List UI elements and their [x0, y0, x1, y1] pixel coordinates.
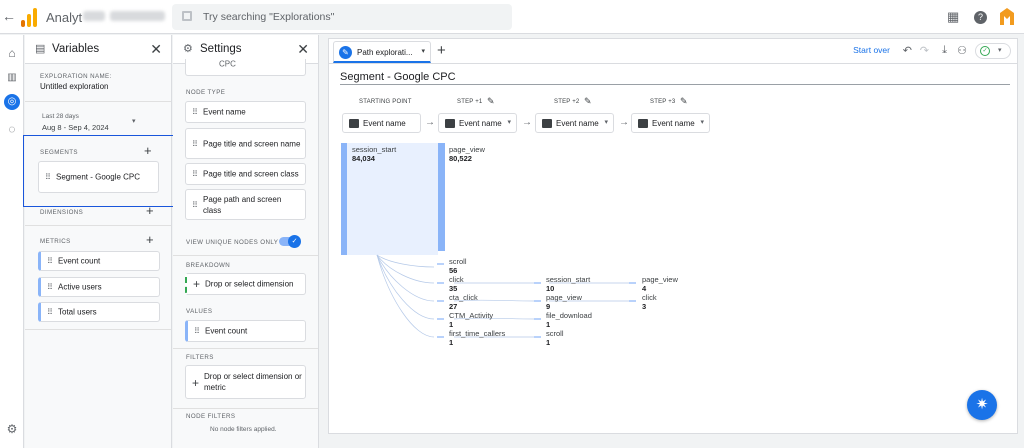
- node-value: 9: [546, 302, 551, 311]
- account-avatar[interactable]: [998, 7, 1016, 27]
- node-value: 1: [449, 320, 454, 329]
- node-name[interactable]: CTM_Activity: [449, 311, 493, 320]
- back-arrow-icon[interactable]: ←: [2, 8, 16, 24]
- breakdown-drop-zone[interactable]: + Drop or select dimension: [185, 273, 306, 295]
- values-label: VALUES: [186, 308, 213, 315]
- top-bar: ← Analyt Try searching "Explorations" ▦ …: [0, 0, 1024, 34]
- node-value: 1: [546, 338, 551, 347]
- metrics-label: METRICS: [40, 238, 71, 245]
- segments-section: SEGMENTS + ⠿ Segment - Google CPC: [23, 135, 175, 207]
- node-name[interactable]: page_view: [642, 275, 678, 284]
- add-segment-icon[interactable]: +: [144, 143, 152, 158]
- reports-icon[interactable]: ▥: [4, 70, 20, 86]
- variables-header: ▤ Variables ✕: [25, 35, 171, 64]
- search-bar[interactable]: Try searching "Explorations": [172, 4, 512, 30]
- node-filters-label: NODE FILTERS: [186, 413, 236, 420]
- dimensions-label: DIMENSIONS: [40, 209, 84, 216]
- nav-rail: ⌂ ▥ ◎ ◌ ⚙: [0, 35, 24, 448]
- node-name[interactable]: click: [642, 293, 657, 302]
- variables-panel: ▤ Variables ✕ EXPLORATION NAME: Untitled…: [23, 35, 175, 448]
- check-icon: ✓: [288, 235, 301, 248]
- breakdown-label: BREAKDOWN: [186, 262, 231, 269]
- node-value: 56: [449, 266, 458, 275]
- node-filters-empty: No node filters applied.: [210, 426, 277, 433]
- node-type-chip[interactable]: ⠿ Page path and screen class: [185, 189, 306, 220]
- node-bar-session-start[interactable]: [341, 143, 347, 255]
- exploration-canvas: ✎ Path explorati... ▾ + Start over ↶ ↷ ⤓…: [328, 38, 1018, 434]
- node-name[interactable]: file_download: [546, 311, 592, 320]
- home-icon[interactable]: ⌂: [4, 45, 20, 61]
- help-icon[interactable]: ?: [974, 11, 987, 24]
- node-value: 1: [546, 320, 551, 329]
- node-type-chip[interactable]: ⠿ Page title and screen name: [185, 128, 306, 159]
- node-name[interactable]: scroll: [449, 257, 467, 266]
- insights-fab-button[interactable]: ✷: [967, 390, 997, 420]
- segment-chip[interactable]: ⠿ Segment - Google CPC: [38, 161, 159, 193]
- metric-chip[interactable]: ⠿ Active users: [38, 277, 160, 297]
- drag-handle-icon[interactable]: ⠿: [45, 173, 51, 182]
- analytics-logo[interactable]: [21, 7, 39, 27]
- path-flow-graph: [341, 143, 636, 338]
- segment-chip-cutoff: CPC: [185, 59, 306, 76]
- node-type-label: NODE TYPE: [186, 89, 226, 96]
- node-value: 35: [449, 284, 458, 293]
- close-icon[interactable]: ✕: [150, 41, 162, 58]
- node-name[interactable]: page_view: [546, 293, 582, 302]
- redacted-account: [83, 11, 105, 21]
- settings-panel: ⚙ Settings ✕ CPC NODE TYPE ⠿ Event name …: [173, 35, 319, 448]
- filters-label: FILTERS: [186, 354, 214, 361]
- plus-icon: +: [193, 277, 201, 291]
- settings-gear-icon: ⚙: [183, 43, 193, 55]
- redacted-property: [110, 11, 165, 21]
- node-name[interactable]: session_start: [546, 275, 590, 284]
- node-name[interactable]: scroll: [546, 329, 564, 338]
- node-value: 1: [449, 338, 454, 347]
- node-name[interactable]: click: [449, 275, 464, 284]
- node-name[interactable]: session_start: [352, 145, 396, 154]
- segments-label: SEGMENTS: [40, 149, 78, 156]
- settings-title: Settings: [200, 43, 242, 55]
- unique-nodes-label: VIEW UNIQUE NODES ONLY: [186, 239, 279, 246]
- explore-icon[interactable]: ◎: [4, 94, 20, 110]
- node-value: 4: [642, 284, 647, 293]
- exploration-name[interactable]: Untitled exploration: [40, 82, 108, 91]
- app-name: Analyt: [46, 10, 83, 25]
- plus-icon: +: [192, 376, 200, 390]
- search-icon: [182, 11, 192, 21]
- node-name[interactable]: page_view: [449, 145, 485, 154]
- search-placeholder: Try searching "Explorations": [203, 11, 335, 23]
- variables-title: Variables: [52, 43, 100, 55]
- exploration-name-label: EXPLORATION NAME:: [40, 73, 112, 80]
- variables-icon: ▤: [35, 43, 46, 55]
- date-range-label: Last 28 days: [42, 113, 79, 120]
- node-name[interactable]: first_time_callers: [449, 329, 505, 338]
- unique-nodes-toggle[interactable]: ✓: [279, 235, 301, 248]
- metric-chip[interactable]: ⠿ Event count: [38, 251, 160, 271]
- node-name[interactable]: cta_click: [449, 293, 478, 302]
- value-chip[interactable]: ⠿ Event count: [185, 320, 306, 342]
- admin-gear-icon[interactable]: ⚙: [4, 421, 20, 437]
- flow-links: [376, 254, 629, 338]
- date-range[interactable]: Aug 8 - Sep 4, 2024: [42, 123, 109, 132]
- node-type-chip[interactable]: ⠿ Page title and screen class: [185, 163, 306, 185]
- filters-drop-zone[interactable]: + Drop or select dimension or metric: [185, 365, 306, 399]
- node-value: 10: [546, 284, 555, 293]
- close-icon[interactable]: ✕: [297, 41, 309, 58]
- advertising-icon[interactable]: ◌: [4, 121, 20, 137]
- add-metric-icon[interactable]: +: [146, 232, 154, 247]
- node-value: 84,034: [352, 154, 375, 163]
- apps-grid-icon[interactable]: ▦: [947, 9, 959, 25]
- node-type-chip[interactable]: ⠿ Event name: [185, 101, 306, 123]
- node-value: 27: [449, 302, 458, 311]
- add-dimension-icon[interactable]: +: [146, 203, 154, 218]
- date-range-dropdown-icon[interactable]: ▾: [132, 117, 136, 125]
- node-bar-page-view[interactable]: [438, 143, 445, 251]
- metric-chip[interactable]: ⠿ Total users: [38, 302, 160, 322]
- node-value: 3: [642, 302, 647, 311]
- node-value: 80,522: [449, 154, 472, 163]
